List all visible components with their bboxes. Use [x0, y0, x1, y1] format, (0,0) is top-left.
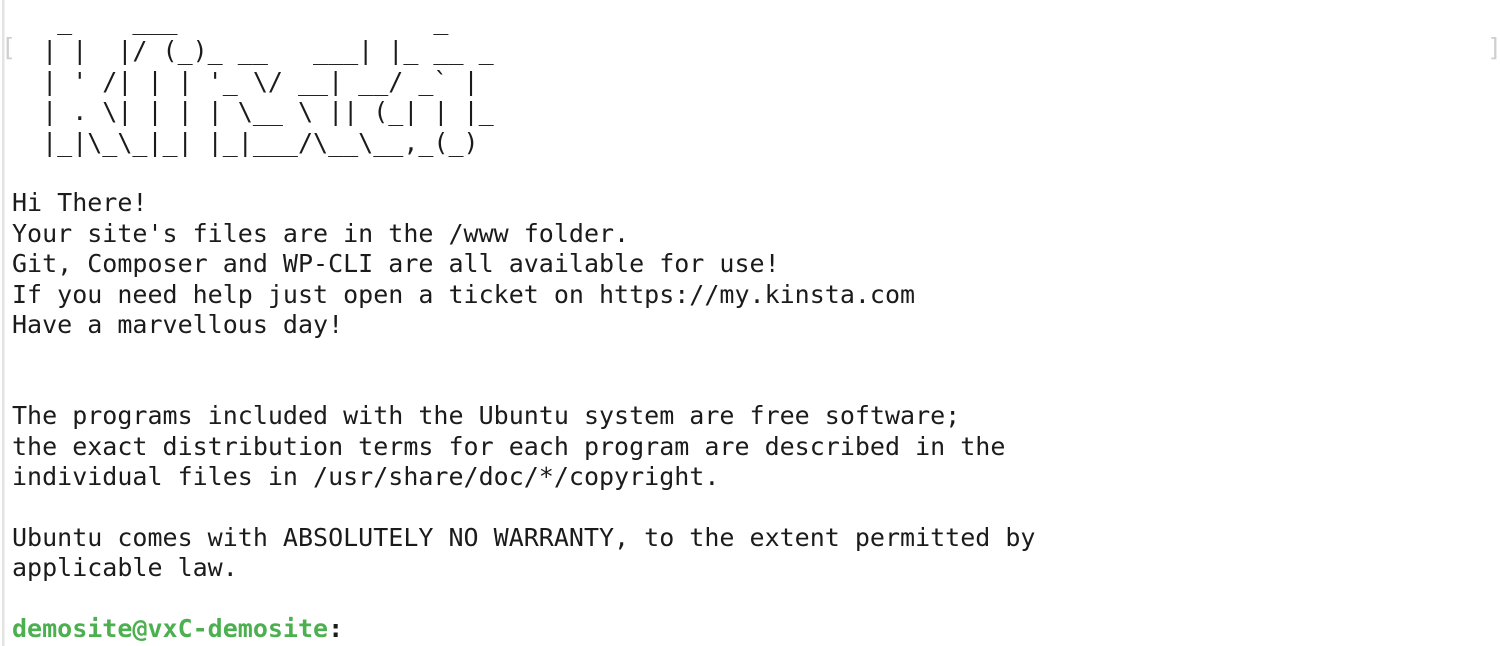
- welcome-line-2: Your site's files are in the /www folder…: [12, 218, 630, 248]
- legal-warranty-line-2: applicable law.: [12, 553, 238, 583]
- prompt-separator: :: [328, 614, 344, 644]
- banner-line-1: _ ___ _: [12, 6, 449, 35]
- blank-line-2: [12, 340, 1492, 370]
- welcome-line-3: Git, Composer and WP-CLI are all availab…: [12, 249, 780, 279]
- welcome-line-1: Hi There!: [12, 188, 148, 218]
- legal-warranty-line-1: Ubuntu comes with ABSOLUTELY NO WARRANTY…: [12, 522, 1036, 552]
- blank-line-4: [12, 493, 1492, 523]
- banner-line-2: | | |/ (_)_ __ ___| |_ __ _: [12, 36, 494, 66]
- legal-license-line-1: The programs included with the Ubuntu sy…: [12, 401, 961, 431]
- banner-line-4: | . \| | | | \__ \ || (_| | |_: [12, 97, 494, 127]
- blank-line-1: [12, 158, 1492, 188]
- welcome-line-5: Have a marvellous day!: [12, 310, 344, 340]
- legal-license-line-2: the exact distribution terms for each pr…: [12, 431, 1006, 461]
- banner-line-3: | ' /| | | '_ \/ __| __/ _` |: [12, 66, 479, 96]
- blank-line-3: [12, 371, 1492, 401]
- welcome-line-4: If you need help just open a ticket on h…: [12, 279, 916, 309]
- prompt-user-host: demosite@vxC-demosite: [12, 614, 329, 644]
- terminal-window[interactable]: [ ] _ ___ _ | | |/ (_)_ __ ___| |_ __ _ …: [0, 0, 1500, 646]
- left-edge-rule-secondary: [4, 0, 5, 646]
- banner-line-5: |_|\_\_|_| |_|___/\__\__,_(_): [12, 127, 479, 157]
- legal-license-line-3: individual files in /usr/share/doc/*/cop…: [12, 462, 720, 492]
- blank-line-5: [12, 584, 1492, 614]
- terminal-screen[interactable]: _ ___ _ | | |/ (_)_ __ ___| |_ __ _ | ' …: [12, 6, 1492, 645]
- shell-prompt[interactable]: demosite@vxC-demosite:: [12, 614, 1492, 644]
